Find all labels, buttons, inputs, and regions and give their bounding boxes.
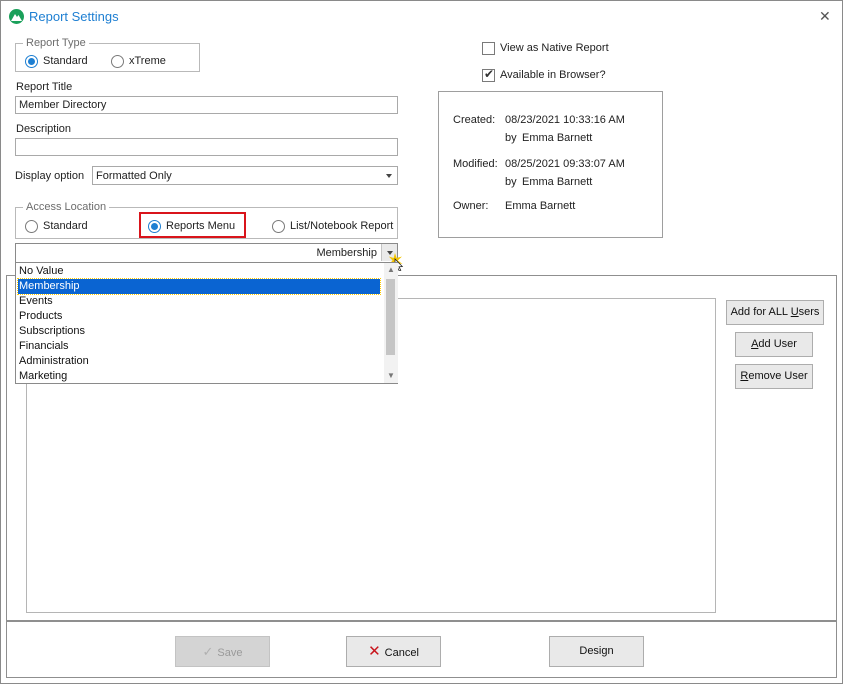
created-by-prefix: by (505, 132, 517, 144)
menu-location-select[interactable]: Membership (15, 243, 398, 263)
access-reports-menu-label[interactable]: Reports Menu (166, 220, 235, 232)
created-by-value: Emma Barnett (522, 132, 593, 144)
chevron-down-icon[interactable] (381, 167, 397, 184)
add-all-users-mnemonic: U (790, 306, 799, 318)
created-value: 08/23/2021 10:33:16 AM (505, 114, 625, 126)
display-option-label: Display option (15, 170, 85, 182)
modified-by-value: Emma Barnett (522, 176, 593, 188)
add-all-users-prefix: Add for ALL (730, 306, 791, 318)
access-standard-radio[interactable] (25, 220, 38, 233)
scroll-up-icon[interactable]: ▲ (384, 263, 398, 277)
check-icon: ✓ (202, 644, 214, 659)
modified-by-prefix: by (505, 176, 517, 188)
app-logo-icon (9, 9, 24, 24)
native-report-checkbox[interactable] (482, 42, 495, 55)
design-label: Design (579, 645, 614, 657)
access-standard-label[interactable]: Standard (43, 220, 88, 232)
dropdown-scrollbar[interactable]: ▲ ▼ (384, 263, 398, 383)
modified-value: 08/25/2021 09:33:07 AM (505, 158, 625, 170)
description-label: Description (16, 123, 72, 135)
dropdown-item-no-value[interactable]: No Value (18, 264, 380, 279)
display-option-value: Formatted Only (96, 170, 172, 182)
add-user-suffix: dd User (758, 338, 797, 350)
access-list-notebook-radio[interactable] (272, 220, 285, 233)
description-input[interactable] (15, 138, 398, 156)
report-type-xtreme-label[interactable]: xTreme (129, 55, 166, 67)
access-list-notebook-label[interactable]: List/Notebook Report (290, 220, 393, 232)
remove-user-button[interactable]: Remove User (735, 364, 813, 389)
close-icon: ✕ (368, 643, 381, 660)
dropdown-item-subscriptions[interactable]: Subscriptions (18, 324, 380, 339)
scroll-down-icon[interactable]: ▼ (384, 369, 398, 383)
report-type-standard-label[interactable]: Standard (43, 55, 88, 67)
dropdown-item-products[interactable]: Products (18, 309, 380, 324)
check-icon: ✔ (484, 67, 495, 81)
window-title: Report Settings (29, 9, 119, 24)
close-icon[interactable]: ✕ (819, 8, 831, 25)
report-type-legend: Report Type (23, 37, 89, 49)
dropdown-item-marketing[interactable]: Marketing (18, 369, 380, 384)
report-title-label: Report Title (16, 81, 73, 93)
access-location-legend: Access Location (23, 201, 110, 213)
modified-label: Modified: (453, 158, 498, 170)
display-option-select[interactable]: Formatted Only (92, 166, 398, 185)
add-all-users-suffix: sers (798, 306, 820, 318)
created-label: Created: (453, 114, 496, 126)
native-report-label[interactable]: View as Native Report (500, 42, 609, 54)
access-reports-menu-radio[interactable] (148, 220, 161, 233)
design-button[interactable]: Design (549, 636, 644, 667)
report-type-standard-radio[interactable] (25, 55, 38, 68)
owner-value: Emma Barnett (505, 200, 576, 212)
browser-checkbox[interactable]: ✔ (482, 67, 495, 82)
save-label: Save (217, 647, 243, 659)
remove-user-suffix: emove User (748, 370, 808, 382)
report-type-xtreme-radio[interactable] (111, 55, 124, 68)
cancel-button[interactable]: ✕ Cancel (346, 636, 441, 667)
add-user-button[interactable]: Add User (735, 332, 813, 357)
menu-location-dropdown[interactable]: No Value Membership Events Products Subs… (15, 262, 398, 384)
scroll-thumb[interactable] (386, 279, 395, 355)
owner-label: Owner: (453, 200, 489, 212)
dropdown-item-events[interactable]: Events (18, 294, 380, 309)
dropdown-item-membership[interactable]: Membership (17, 278, 381, 295)
report-title-input[interactable]: Member Directory (15, 96, 398, 114)
dropdown-item-financials[interactable]: Financials (18, 339, 380, 354)
save-button[interactable]: ✓ Save (175, 636, 270, 667)
menu-location-value: Membership (316, 247, 377, 259)
dropdown-item-administration[interactable]: Administration (18, 354, 380, 369)
browser-label[interactable]: Available in Browser? (500, 69, 606, 81)
cancel-label: Cancel (384, 647, 419, 659)
add-all-users-button[interactable]: Add for ALL Users (726, 300, 824, 325)
